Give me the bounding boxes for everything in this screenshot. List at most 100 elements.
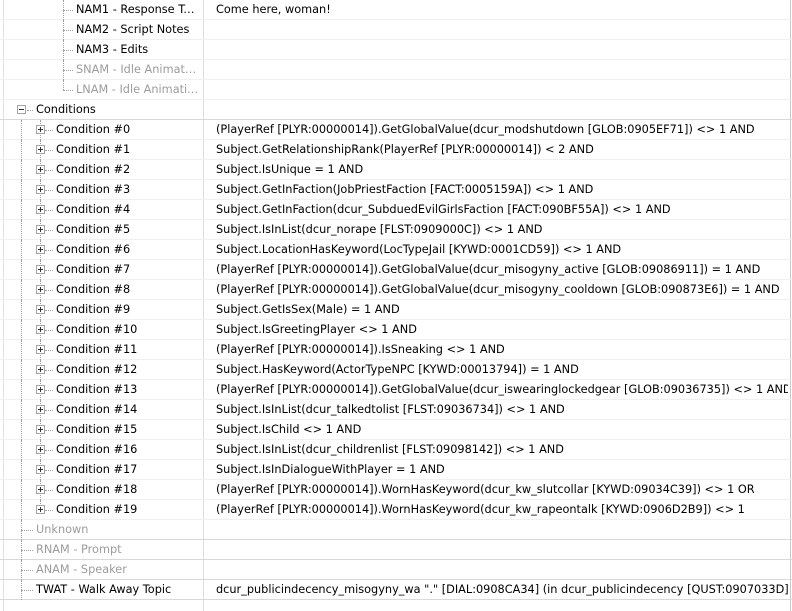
tree-branch-line (45, 270, 53, 271)
element-value[interactable]: Subject.IsUnique = 1 AND (216, 160, 788, 180)
expand-plus-icon[interactable] (36, 285, 45, 294)
element-value[interactable]: Subject.GetInFaction(JobPriestFaction [F… (216, 180, 788, 200)
element-value[interactable]: Subject.IsGreetingPlayer <> 1 AND (216, 320, 788, 340)
tree-guide-line (21, 140, 22, 160)
condition-row[interactable]: Condition #2 Subject.IsUnique = 1 AND (0, 160, 792, 180)
expand-plus-icon[interactable] (36, 145, 45, 154)
element-name: Condition #6 (56, 243, 131, 256)
record-tree-view[interactable]: NAM1 - Response Text Come here, woman! NAM… (0, 0, 792, 611)
tree-branch-line (45, 490, 53, 491)
element-row[interactable]: RNAM - Prompt (0, 540, 792, 560)
nam-row[interactable]: NAM2 - Script Notes (0, 20, 792, 40)
tree-guide-line (21, 160, 22, 180)
condition-row[interactable]: Condition #10 Subject.IsGreetingPlayer <>… (0, 320, 792, 340)
element-value[interactable]: Subject.IsChild <> 1 AND (216, 420, 788, 440)
nam-row[interactable]: NAM1 - Response Text Come here, woman! (0, 0, 792, 20)
expand-plus-icon[interactable] (36, 185, 45, 194)
condition-row[interactable]: Condition #19 (PlayerRef [PLYR:00000014])… (0, 500, 792, 520)
condition-row[interactable]: Condition #16 Subject.IsInList(dcur_child… (0, 440, 792, 460)
element-value[interactable] (216, 540, 788, 560)
element-value[interactable]: Subject.IsInList(dcur_norape [FLST:09090… (216, 220, 788, 240)
element-value[interactable]: (PlayerRef [PLYR:00000014]).IsSneaking <… (216, 340, 788, 360)
element-row[interactable]: ANAM - Speaker (0, 560, 792, 580)
element-value[interactable] (216, 80, 788, 100)
expand-plus-icon[interactable] (36, 125, 45, 134)
element-value[interactable]: (PlayerRef [PLYR:00000014]).WornHasKeywo… (216, 480, 788, 500)
tree-branch-line (45, 370, 53, 371)
condition-row[interactable]: Condition #1 Subject.GetRelationshipRank(… (0, 140, 792, 160)
element-name: Condition #10 (56, 323, 138, 336)
conditions-section-row[interactable]: Conditions (0, 100, 792, 120)
element-value[interactable]: dcur_publicindecency_misogyny_wa "." [DI… (216, 580, 788, 600)
tree-branch-line (63, 30, 73, 31)
element-name: NAM1 - Response Text (76, 3, 198, 16)
nam-row[interactable]: LNAM - Idle Animati... (0, 80, 792, 100)
expand-plus-icon[interactable] (36, 205, 45, 214)
element-value[interactable]: (PlayerRef [PLYR:00000014]).WornHasKeywo… (216, 500, 788, 520)
nam-row[interactable]: SNAM - Idle Animati... (0, 60, 792, 80)
tree-guide-line (21, 440, 22, 460)
condition-row[interactable]: Condition #7 (PlayerRef [PLYR:00000014]).… (0, 260, 792, 280)
expand-plus-icon[interactable] (36, 325, 45, 334)
condition-row[interactable]: Condition #14 Subject.IsInList(dcur_talke… (0, 400, 792, 420)
element-value[interactable] (216, 20, 788, 40)
expand-plus-icon[interactable] (36, 165, 45, 174)
expand-plus-icon[interactable] (36, 365, 45, 374)
element-value[interactable]: Subject.GetInFaction(dcur_SubduedEvilGir… (216, 200, 788, 220)
tree-guide-line (21, 380, 22, 400)
condition-row[interactable]: Condition #13 (PlayerRef [PLYR:00000014])… (0, 380, 792, 400)
expand-plus-icon[interactable] (36, 505, 45, 514)
expand-plus-icon[interactable] (36, 345, 45, 354)
expand-plus-icon[interactable] (36, 305, 45, 314)
collapse-minus-icon[interactable] (17, 105, 26, 114)
expand-plus-icon[interactable] (36, 225, 45, 234)
element-value[interactable]: Subject.IsInList(dcur_childrenlist [FLST… (216, 440, 788, 460)
condition-row[interactable]: Condition #4 Subject.GetInFaction(dcur_Su… (0, 200, 792, 220)
condition-row[interactable]: Condition #12 Subject.HasKeyword(ActorTyp… (0, 360, 792, 380)
element-name: Condition #1 (56, 143, 131, 156)
condition-row[interactable]: Condition #18 (PlayerRef [PLYR:00000014])… (0, 480, 792, 500)
element-value[interactable]: (PlayerRef [PLYR:00000014]).GetGlobalVal… (216, 280, 788, 300)
element-name: Condition #3 (56, 183, 131, 196)
expand-plus-icon[interactable] (36, 265, 45, 274)
element-row[interactable]: TWAT - Walk Away Topic dcur_publicindecen… (0, 580, 792, 600)
element-value[interactable]: (PlayerRef [PLYR:00000014]).GetGlobalVal… (216, 120, 788, 140)
condition-row[interactable]: Condition #0 (PlayerRef [PLYR:00000014]).… (0, 120, 792, 140)
nam-row[interactable]: NAM3 - Edits (0, 40, 792, 60)
tree-guide-line (21, 500, 22, 520)
condition-row[interactable]: Condition #5 Subject.IsInList(dcur_norape… (0, 220, 792, 240)
element-value[interactable]: Subject.HasKeyword(ActorTypeNPC [KYWD:00… (216, 360, 788, 380)
element-value[interactable] (216, 60, 788, 80)
tree-branch-line (45, 310, 53, 311)
tree-guide-line (21, 420, 22, 440)
expand-plus-icon[interactable] (36, 425, 45, 434)
element-value[interactable]: Subject.GetRelationshipRank(PlayerRef [P… (216, 140, 788, 160)
tree-branch-line (45, 350, 53, 351)
tree-guide-line (21, 180, 22, 200)
element-value[interactable] (216, 520, 788, 540)
expand-plus-icon[interactable] (36, 445, 45, 454)
condition-row[interactable]: Condition #11 (PlayerRef [PLYR:00000014])… (0, 340, 792, 360)
element-value[interactable]: Come here, woman! (216, 0, 788, 20)
element-value[interactable]: Subject.GetIsSex(Male) = 1 AND (216, 300, 788, 320)
element-value[interactable]: Subject.IsInDialogueWithPlayer = 1 AND (216, 460, 788, 480)
element-value[interactable]: (PlayerRef [PLYR:00000014]).GetGlobalVal… (216, 380, 788, 400)
expand-plus-icon[interactable] (36, 405, 45, 414)
condition-row[interactable]: Condition #8 (PlayerRef [PLYR:00000014]).… (0, 280, 792, 300)
condition-row[interactable]: Condition #9 Subject.GetIsSex(Male) = 1 A… (0, 300, 792, 320)
condition-row[interactable]: Condition #17 Subject.IsInDialogueWithPla… (0, 460, 792, 480)
condition-row[interactable]: Condition #6 Subject.LocationHasKeyword(L… (0, 240, 792, 260)
element-value[interactable] (216, 560, 788, 580)
element-value[interactable]: (PlayerRef [PLYR:00000014]).GetGlobalVal… (216, 260, 788, 280)
condition-row[interactable]: Condition #3 Subject.GetInFaction(JobPrie… (0, 180, 792, 200)
condition-row[interactable]: Condition #15 Subject.IsChild <> 1 AND (0, 420, 792, 440)
expand-plus-icon[interactable] (36, 245, 45, 254)
element-value[interactable]: Subject.IsInList(dcur_talkedtolist [FLST… (216, 400, 788, 420)
expand-plus-icon[interactable] (36, 465, 45, 474)
element-value[interactable] (216, 40, 788, 60)
element-row[interactable]: Unknown (0, 520, 792, 540)
element-value[interactable]: Subject.LocationHasKeyword(LocTypeJail [… (216, 240, 788, 260)
expand-plus-icon[interactable] (36, 385, 45, 394)
element-name: Condition #12 (56, 363, 138, 376)
expand-plus-icon[interactable] (36, 485, 45, 494)
